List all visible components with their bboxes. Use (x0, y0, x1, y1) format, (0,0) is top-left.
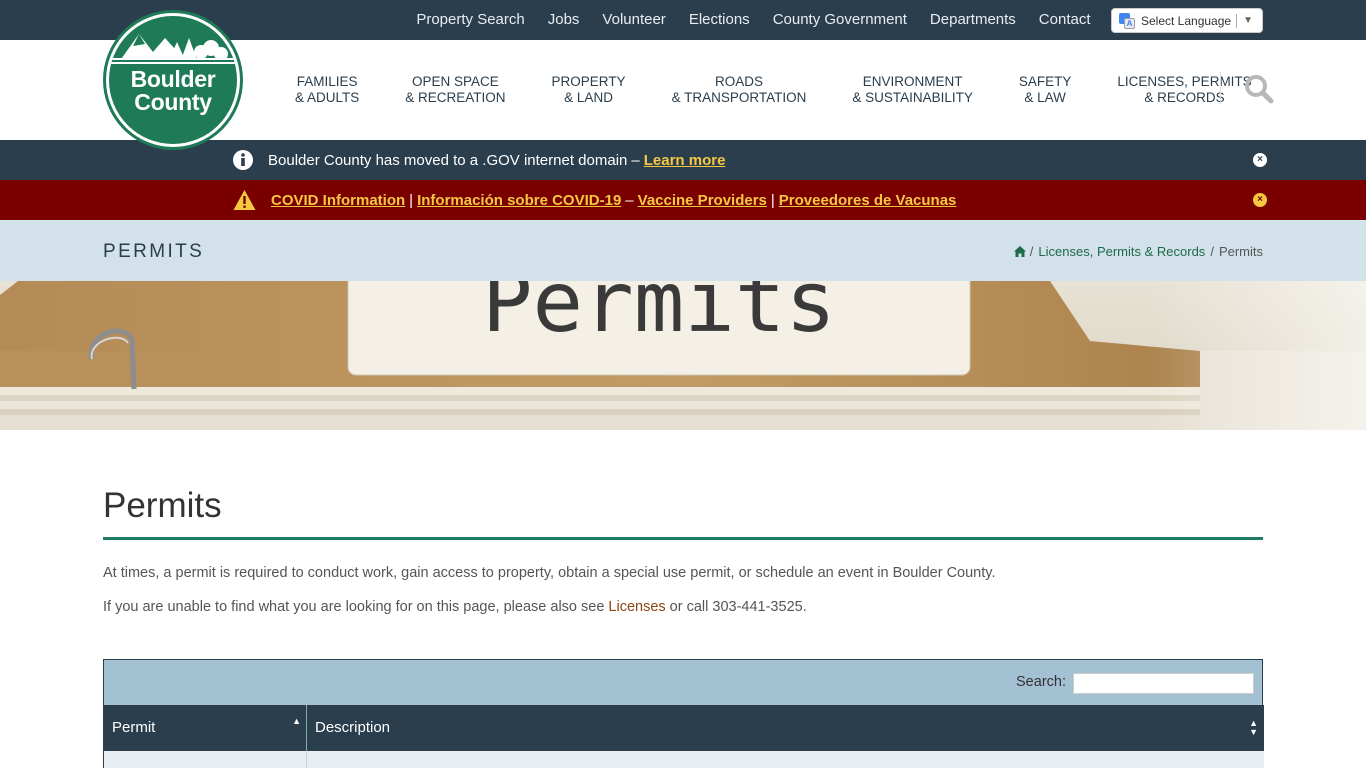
help-paragraph: If you are unable to find what you are l… (103, 599, 807, 615)
mainnav-label: & LAND (564, 90, 613, 105)
page-title-band: PERMITS / Licenses, Permits & Records / … (0, 220, 1366, 281)
language-divider (1236, 13, 1238, 28)
mainnav-open-space-recreation[interactable]: OPEN SPACE & RECREATION (382, 74, 528, 106)
mainnav-label: & SUSTAINABILITY (852, 90, 973, 105)
licenses-link[interactable]: Licenses (608, 599, 665, 615)
table-header: Permit ▲ Description ▲ ▼ (104, 705, 1264, 751)
alert-content: Boulder County has moved to a .GOV inter… (232, 140, 725, 180)
logo-line2: County (134, 89, 212, 115)
file-folder-illustration: Permits (0, 281, 1366, 430)
mainnav-label: FAMILIES (296, 74, 358, 89)
mainnav-label: OPEN SPACE (412, 74, 499, 89)
learn-more-link[interactable]: Learn more (644, 152, 726, 169)
topnav-property-search[interactable]: Property Search (405, 0, 536, 40)
breadcrumb-separator: / (1029, 244, 1034, 259)
permits-banner-image: Permits (0, 281, 1366, 430)
alert-pipe: | (770, 191, 775, 209)
intro-paragraph: At times, a permit is required to conduc… (103, 565, 996, 581)
topnav-county-government[interactable]: County Government (761, 0, 918, 40)
table-row (104, 751, 1264, 768)
warning-icon (233, 190, 256, 210)
vaccine-providers-spanish-link[interactable]: Proveedores de Vacunas (779, 192, 957, 209)
mainnav-label: & RECREATION (405, 90, 506, 105)
column-header-label: Description (315, 719, 391, 736)
sort-asc-icon: ▲ (292, 716, 301, 726)
logo-text: Boulder County (131, 68, 216, 114)
column-header-description[interactable]: Description ▲ ▼ (307, 705, 1264, 751)
mainnav-label: SAFETY (1018, 74, 1072, 89)
search-icon[interactable] (1244, 74, 1274, 104)
dropdown-arrow-icon: ▼ (1243, 15, 1253, 26)
topnav-elections[interactable]: Elections (677, 0, 761, 40)
heading-underline (103, 537, 1263, 540)
topnav-contact[interactable]: Contact (1027, 0, 1102, 40)
mainnav-label: PROPERTY (551, 74, 626, 89)
banner-text: Permits (482, 281, 836, 351)
alert-dash: – (631, 151, 640, 169)
mainnav-safety-law[interactable]: SAFETY & LAW (996, 74, 1095, 106)
main-nav: FAMILIES & ADULTS OPEN SPACE & RECREATION … (272, 40, 1275, 140)
close-icon[interactable]: × (1253, 193, 1267, 207)
mainnav-label: LICENSES, PERMITS (1117, 74, 1252, 89)
alert-text: Boulder County has moved to a .GOV inter… (268, 151, 628, 169)
logo-badge: Boulder County (109, 16, 237, 144)
column-header-permit[interactable]: Permit ▲ (104, 705, 307, 751)
info-icon (233, 150, 253, 170)
page-title: PERMITS (103, 241, 205, 262)
mainnav-families-adults[interactable]: FAMILIES & ADULTS (272, 74, 382, 106)
mainnav-label: ROADS (714, 74, 763, 89)
nav-divider (1220, 72, 1221, 104)
covid-info-link[interactable]: COVID Information (271, 192, 405, 209)
google-translate-icon: A (1119, 12, 1135, 29)
gov-domain-alert: Boulder County has moved to a .GOV inter… (0, 140, 1366, 180)
mainnav-environment-sustainability[interactable]: ENVIRONMENT & SUSTAINABILITY (829, 74, 996, 106)
logo-line1: Boulder (130, 66, 216, 92)
help-text-phone: or call 303-441-3525. (665, 599, 807, 615)
topnav-volunteer[interactable]: Volunteer (591, 0, 677, 40)
mainnav-label: & LAW (1024, 90, 1066, 105)
sort-both-icon: ▲ ▼ (1249, 718, 1258, 737)
mainnav-label: ENVIRONMENT (862, 74, 963, 89)
table-cell (104, 751, 307, 768)
language-selector[interactable]: A Select Language ▼ (1111, 8, 1263, 33)
mainnav-label: & TRANSPORTATION (671, 90, 807, 105)
mainnav-label: & ADULTS (295, 90, 360, 105)
mainnav-roads-transportation[interactable]: ROADS & TRANSPORTATION (649, 74, 830, 106)
alert-pipe: | (409, 191, 414, 209)
close-icon[interactable]: × (1253, 153, 1267, 167)
alert-dash: – (625, 191, 634, 209)
mainnav-property-land[interactable]: PROPERTY & LAND (529, 74, 649, 106)
breadcrumb-licenses-permits-records[interactable]: Licenses, Permits & Records (1038, 244, 1205, 259)
column-header-label: Permit (112, 719, 156, 736)
topnav-departments[interactable]: Departments (918, 0, 1027, 40)
mainnav-label: & RECORDS (1144, 90, 1225, 105)
breadcrumb-separator: / (1210, 244, 1214, 259)
alert-content: COVID Information | Información sobre CO… (232, 180, 956, 220)
topnav-jobs[interactable]: Jobs (536, 0, 591, 40)
boulder-county-logo[interactable]: Boulder County (103, 10, 243, 150)
covid-alert: COVID Information | Información sobre CO… (0, 180, 1366, 220)
permits-table: Search: Permit ▲ Description ▲ ▼ (103, 659, 1264, 768)
breadcrumb: / Licenses, Permits & Records / Permits (1013, 244, 1263, 259)
help-text: If you are unable to find what you are l… (103, 599, 609, 615)
language-label: Select Language (1141, 13, 1232, 28)
table-search-input[interactable] (1073, 673, 1254, 694)
table-search-label: Search: (1016, 674, 1066, 690)
covid-info-spanish-link[interactable]: Información sobre COVID-19 (417, 192, 621, 209)
content-heading: Permits (103, 486, 222, 525)
home-icon[interactable] (1013, 246, 1026, 257)
breadcrumb-current: Permits (1218, 244, 1263, 259)
top-nav: Property Search Jobs Volunteer Elections… (405, 0, 1102, 40)
vaccine-providers-link[interactable]: Vaccine Providers (638, 192, 767, 209)
